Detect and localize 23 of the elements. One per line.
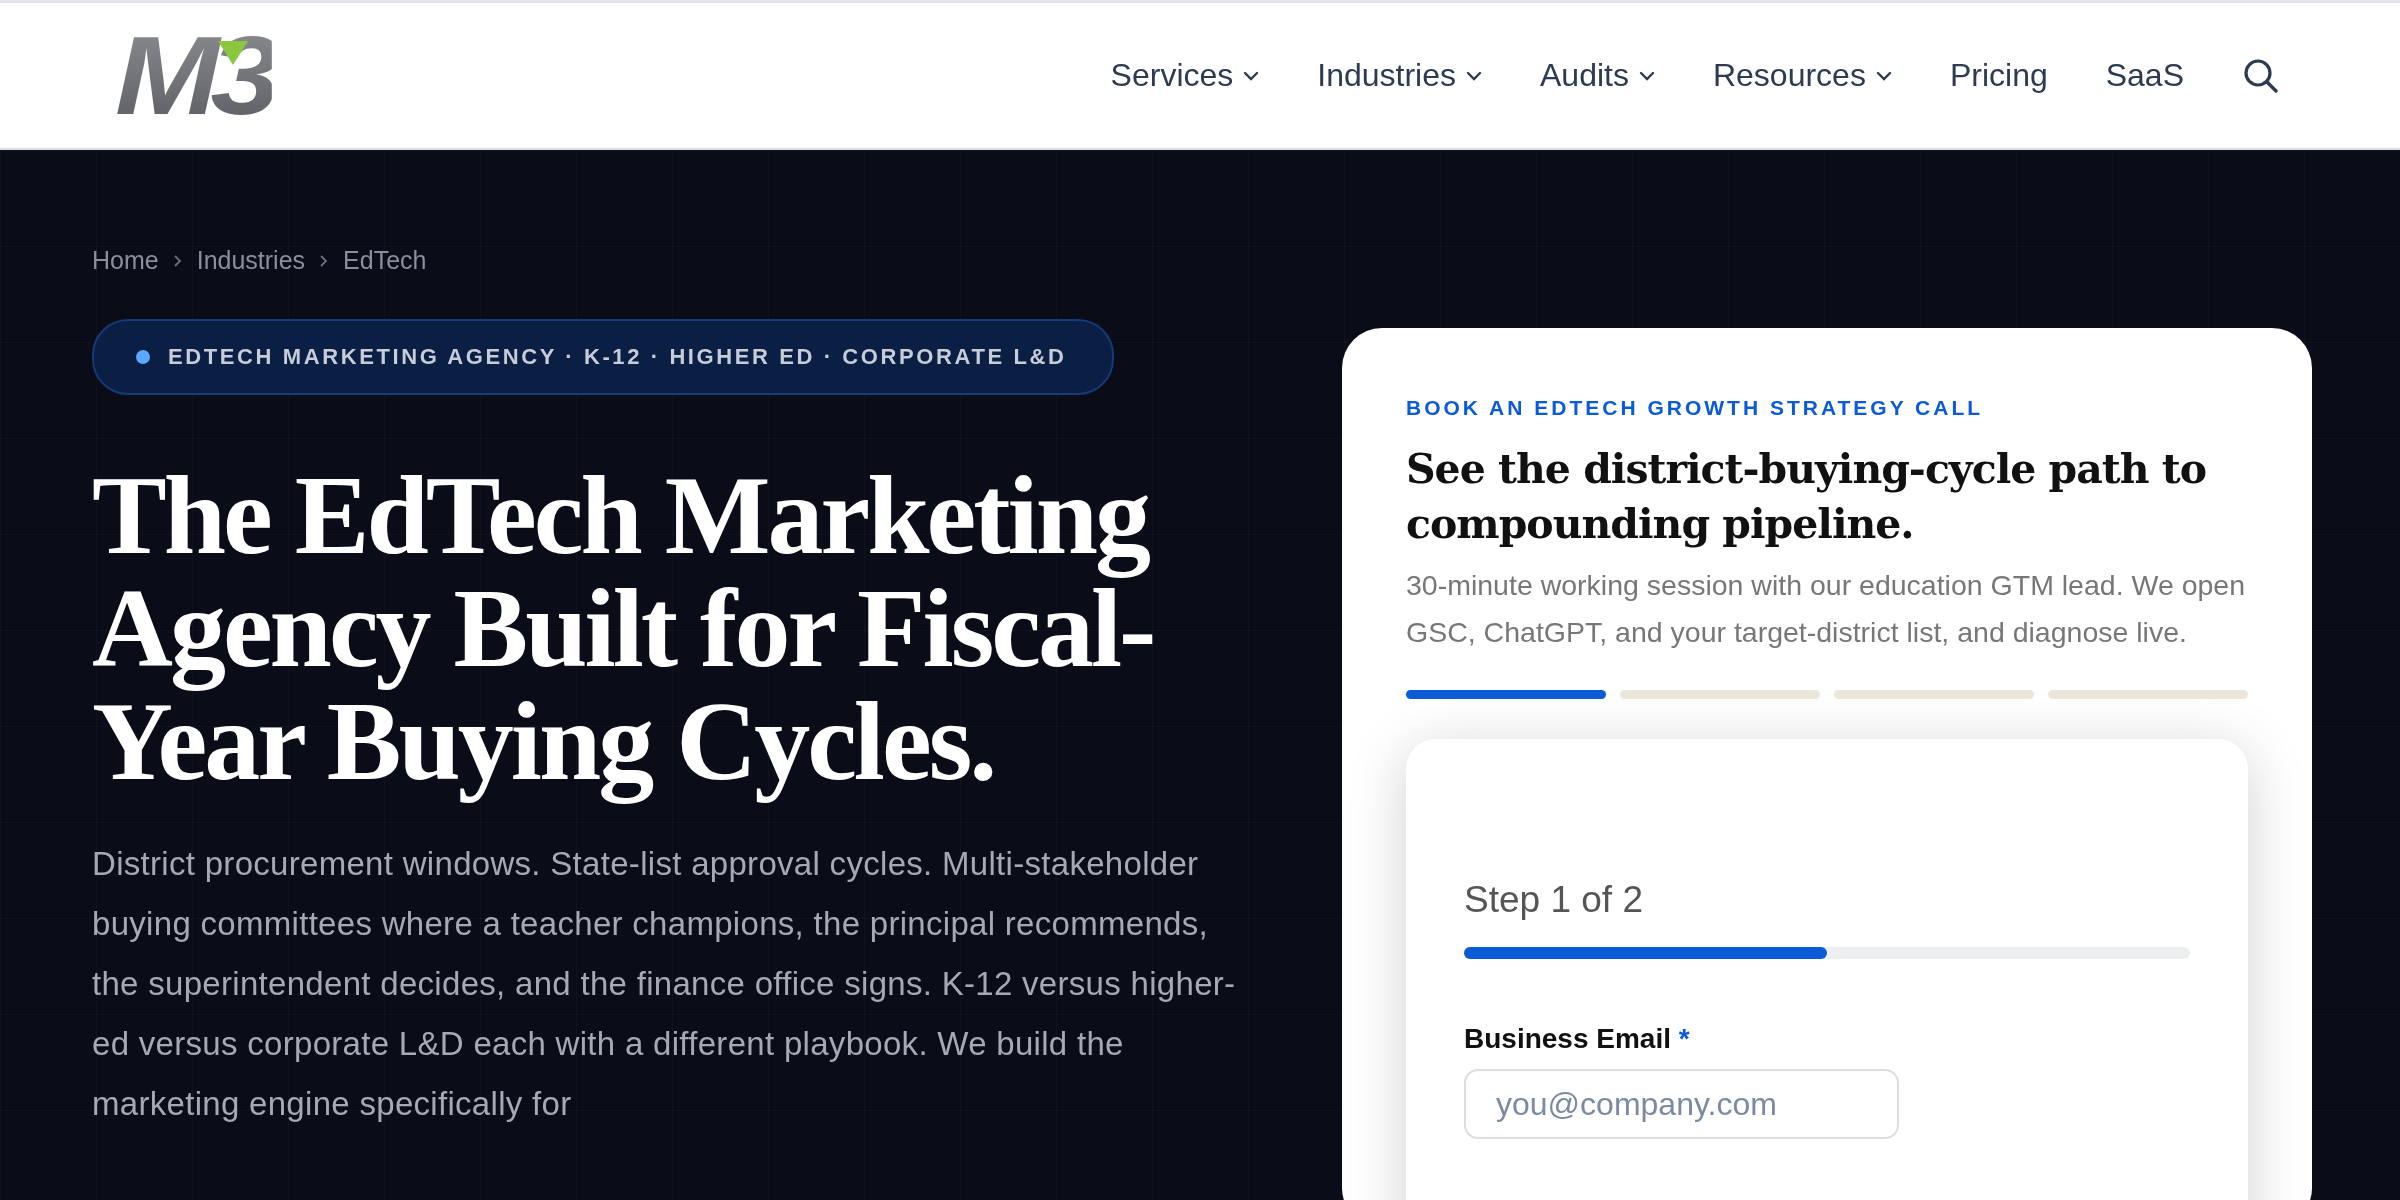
eyebrow-label: BOOK AN EDTECH GROWTH STRATEGY CALL	[1406, 396, 1985, 420]
nav-link[interactable]: Services	[1110, 57, 1260, 94]
hero-heading: The EdTech Marketing Agency Built for Fiscal-Year Buying Cycles.	[92, 452, 1155, 806]
breadcrumb-link[interactable]: Home	[92, 246, 159, 275]
breadcrumb-link[interactable]: Industries	[196, 246, 306, 275]
breadcrumb-link[interactable]: EdTech	[343, 246, 427, 275]
card-description: 30-minute working session with our education GTM lead. We open GSC, ChatGPT, and your target-district list, and diagnose live.	[1406, 568, 2247, 650]
field-label: Business Email *	[1464, 1023, 1690, 1055]
nav-link[interactable]: Audits	[1540, 57, 1655, 94]
hero-description: District procurement windows. State-list approval cycles. Multi-stakeholder buying committees where a teacher champions, the principal recommends, the superintendent decides, and the finance office signs. K-12 versus higher-ed versus corporate L&D each with a different playbook. We build the marketing engine specifically for	[92, 844, 1237, 1124]
search-icon[interactable]	[2242, 56, 2280, 95]
card-heading: See the district-buying-cycle path to compounding pipeline.	[1406, 444, 2208, 550]
step-label: Step 1 of 2	[1464, 879, 1643, 921]
nav-link[interactable]: Pricing	[1949, 57, 2048, 94]
nav-link[interactable]: Industries	[1317, 57, 1482, 94]
triangle-icon	[218, 41, 248, 65]
chevron-right-icon	[172, 253, 183, 268]
chevron-right-icon	[319, 253, 330, 268]
email-input[interactable]: you@company.com	[1464, 1069, 1899, 1139]
category-tag: EDTECH MARKETING AGENCY · K-12 · HIGHER ED · CORPORATE L&D	[92, 319, 1115, 395]
dot-icon	[136, 350, 150, 364]
nav-link[interactable]: SaaS	[2105, 57, 2184, 94]
nav-link[interactable]: Resources	[1712, 57, 1892, 94]
